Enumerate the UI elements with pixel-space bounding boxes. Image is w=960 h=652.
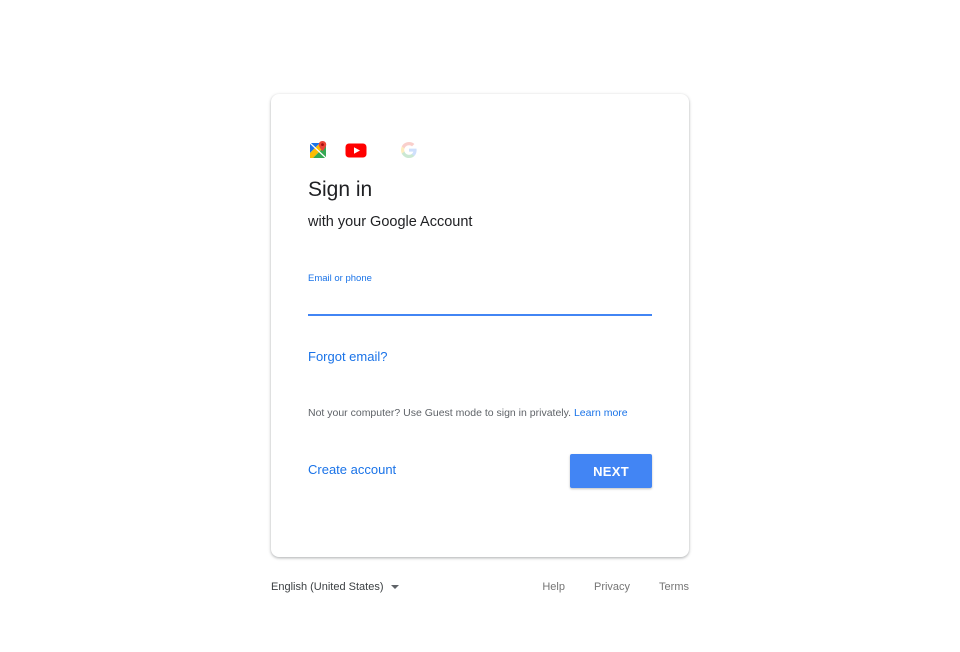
sign-in-card: Sign in with your Google Account Email o…: [271, 94, 689, 557]
guest-mode-text: Not your computer? Use Guest mode to sig…: [308, 407, 572, 419]
language-label: English (United States): [271, 581, 384, 593]
email-field-label: Email or phone: [308, 273, 372, 284]
page-subtitle: with your Google Account: [308, 214, 473, 230]
caret-down-icon: [390, 585, 399, 589]
footer-links: Help Privacy Terms: [513, 581, 689, 593]
page-title: Sign in: [308, 178, 373, 201]
google-icon: [399, 140, 421, 160]
maps-icon: [308, 140, 330, 160]
privacy-link[interactable]: Privacy: [594, 581, 630, 593]
next-button[interactable]: NEXT: [570, 454, 652, 488]
terms-link[interactable]: Terms: [659, 581, 689, 593]
email-field[interactable]: Email or phone: [308, 270, 652, 316]
help-link[interactable]: Help: [542, 581, 565, 593]
forgot-email-link[interactable]: Forgot email?: [308, 349, 387, 364]
email-input[interactable]: [308, 288, 652, 312]
footer: English (United States) Help Privacy Ter…: [271, 578, 689, 598]
guest-mode-notice: Not your computer? Use Guest mode to sig…: [308, 407, 628, 419]
email-field-underline: [308, 314, 652, 316]
product-logos: [308, 140, 421, 160]
learn-more-link[interactable]: Learn more: [574, 407, 628, 419]
youtube-icon: [345, 140, 367, 160]
create-account-link[interactable]: Create account: [308, 462, 396, 477]
language-selector[interactable]: English (United States): [271, 581, 399, 593]
